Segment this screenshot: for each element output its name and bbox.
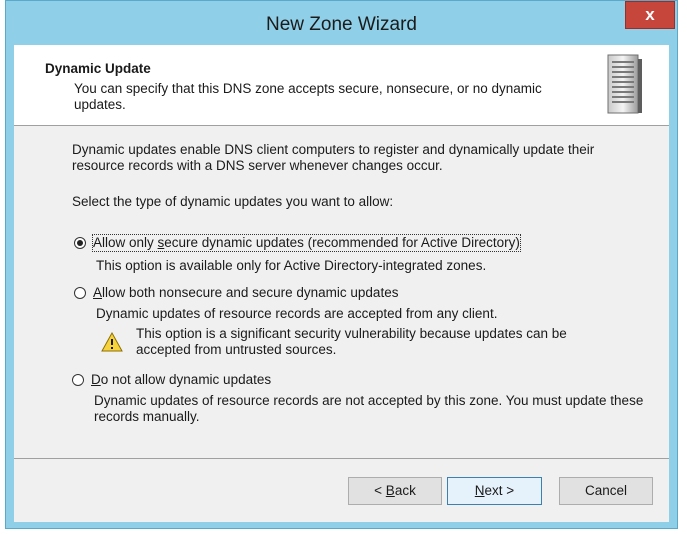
option-nonsecure-and-secure-description: Dynamic updates of resource records are … <box>96 306 498 321</box>
next-button[interactable]: Next > <box>447 477 542 505</box>
page-title: Dynamic Update <box>45 61 151 76</box>
warning-icon <box>101 332 123 352</box>
option-nonsecure-and-secure-label[interactable]: Allow both nonsecure and secure dynamic … <box>93 285 398 301</box>
close-button[interactable]: x <box>625 1 675 29</box>
page-subtitle: You can specify that this DNS zone accep… <box>74 81 542 112</box>
option-1-label-pre: Allow only <box>93 235 158 250</box>
cancel-button[interactable]: Cancel <box>559 477 653 505</box>
intro-text: Dynamic updates enable DNS client comput… <box>72 142 595 173</box>
back-label-pre: < <box>374 483 386 498</box>
footer-separator <box>14 458 669 459</box>
back-button[interactable]: < Back <box>348 477 442 505</box>
prompt-text: Select the type of dynamic updates you w… <box>72 194 394 209</box>
wizard-window: New Zone Wizard x Dynamic Update You can… <box>5 0 678 529</box>
back-accel-key: B <box>385 483 395 498</box>
option-3-accel-key: D <box>91 372 101 387</box>
option-no-dynamic-updates-description: Dynamic updates of resource records are … <box>94 393 644 424</box>
option-2-label-post: llow both nonsecure and secure dynamic u… <box>102 285 399 300</box>
dns-server-icon <box>607 54 642 114</box>
radio-nonsecure-and-secure[interactable] <box>74 287 86 299</box>
next-label-post: ext > <box>484 483 515 498</box>
window-title: New Zone Wizard <box>266 14 417 35</box>
option-secure-only-label[interactable]: Allow only secure dynamic updates (recom… <box>92 234 521 252</box>
security-warning-text: This option is a significant security vu… <box>136 326 567 357</box>
wizard-client-area: Dynamic Update You can specify that this… <box>14 45 669 522</box>
option-3-label-post: o not allow dynamic updates <box>100 372 272 387</box>
option-1-label-post: ecure dynamic updates (recommended for A… <box>164 235 520 250</box>
option-2-accel-key: A <box>93 285 103 300</box>
radio-no-dynamic-updates[interactable] <box>72 374 84 386</box>
option-no-dynamic-updates-label[interactable]: Do not allow dynamic updates <box>91 372 271 388</box>
wizard-header: Dynamic Update You can specify that this… <box>14 45 669 126</box>
next-accel-key: N <box>474 483 485 498</box>
radio-secure-only[interactable] <box>74 237 86 249</box>
back-label-post: ack <box>394 483 416 498</box>
title-bar[interactable]: New Zone Wizard x <box>6 1 677 45</box>
option-secure-only-description: This option is available only for Active… <box>96 258 487 273</box>
